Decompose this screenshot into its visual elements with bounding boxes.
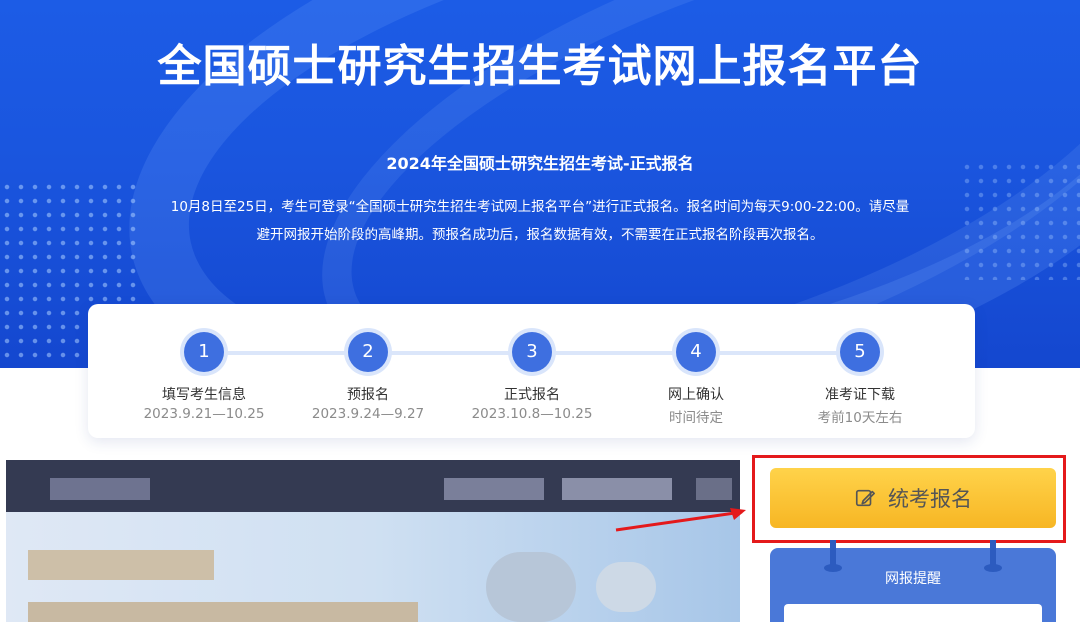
exam-signup-button[interactable]: 统考报名 [770,468,1056,528]
step-date: 2023.9.21—10.25 [143,406,265,422]
blurred-block [562,478,672,500]
blurred-block [444,478,544,500]
page: 全国硕士研究生招生考试网上报名平台 2024年全国硕士研究生招生考试-正式报名 … [0,0,1080,622]
step-name: 正式报名 [504,387,560,403]
blurred-block [28,602,418,622]
step-item: 4 网上确认 时间待定 [616,332,776,426]
exam-signup-label: 统考报名 [888,487,972,511]
page-subtitle: 2024年全国硕士研究生招生考试-正式报名 [386,154,694,173]
reminder-panel [784,604,1042,622]
step-name: 预报名 [347,387,389,403]
step-item: 3 正式报名 2023.10.8—10.25 [452,332,612,422]
step-date: 时间待定 [669,410,723,426]
step-date: 考前10天左右 [817,410,903,426]
step-item: 5 准考证下载 考前10天左右 [780,332,940,426]
blurred-block [596,562,656,612]
step-item: 2 预报名 2023.9.24—9.27 [288,332,448,422]
step-number: 5 [840,332,880,372]
blurred-block [50,478,150,500]
step-number: 4 [676,332,716,372]
reminder-title: 网报提醒 [885,571,941,587]
step-name: 填写考生信息 [162,387,246,403]
page-title: 全国硕士研究生招生考试网上报名平台 [157,41,923,92]
step-number: 1 [184,332,224,372]
hero-description-line: 避开网报开始阶段的高峰期。预报名成功后，报名数据有效，不需要在正式报名阶段再次报… [256,227,824,243]
step-item: 1 填写考生信息 2023.9.21—10.25 [124,332,284,422]
process-steps-card: 1 填写考生信息 2023.9.21—10.25 2 预报名 2023.9.24… [88,304,975,438]
step-name: 准考证下载 [825,387,895,403]
hero-dots-decoration [960,160,1080,280]
step-date: 2023.10.8—10.25 [471,406,593,422]
blurred-block [28,550,214,580]
reminder-peg [824,540,842,572]
reminder-card: 网报提醒 [770,540,1056,622]
blurred-block [486,552,576,622]
blurred-block [696,478,732,500]
reminder-peg [984,540,1002,572]
edit-icon [855,489,875,507]
blurred-screenshot [6,460,740,622]
hero-description: 10月8日至25日，考生可登录“全国硕士研究生招生考试网上报名平台”进行正式报名… [130,193,950,249]
hero-description-line: 10月8日至25日，考生可登录“全国硕士研究生招生考试网上报名平台”进行正式报名… [170,199,910,215]
step-number: 3 [512,332,552,372]
step-name: 网上确认 [668,387,724,403]
step-date: 2023.9.24—9.27 [311,406,425,422]
red-arrow-annotation [615,508,746,532]
step-number: 2 [348,332,388,372]
